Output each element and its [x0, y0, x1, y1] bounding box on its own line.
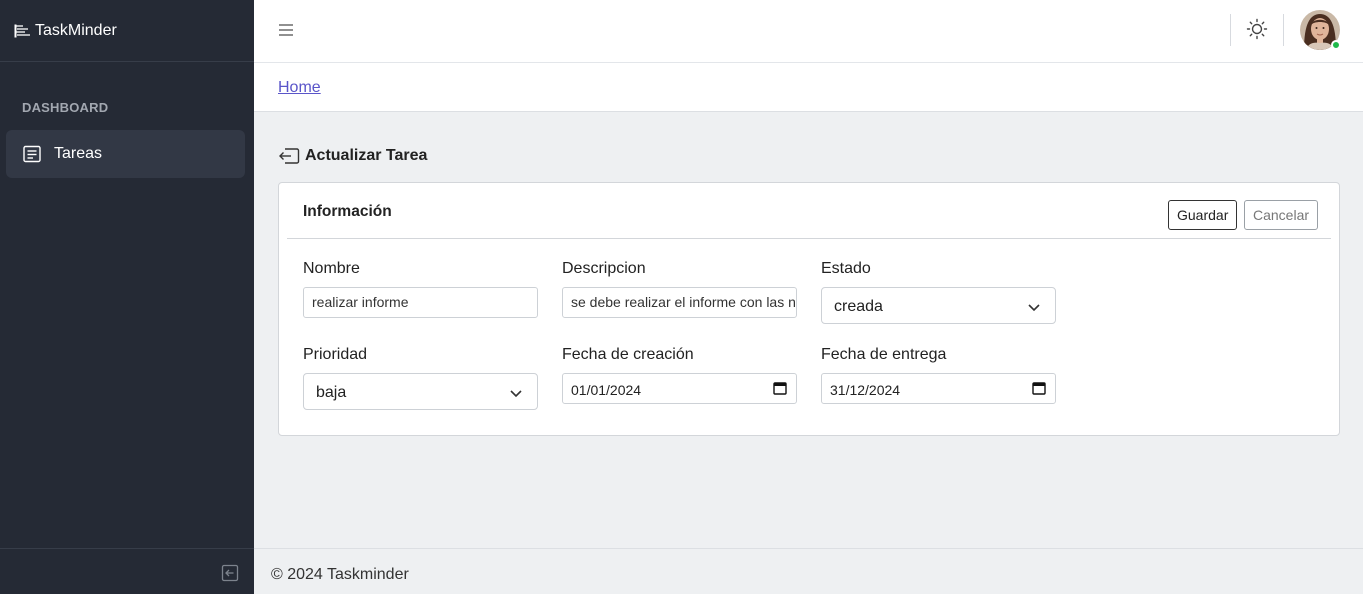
- card-title: Información: [303, 203, 392, 220]
- nombre-input[interactable]: realizar informe: [303, 287, 538, 318]
- sidebar-footer: [0, 548, 254, 594]
- cancel-button[interactable]: Cancelar: [1244, 200, 1319, 230]
- fecha-entrega-value: 31/12/2024: [830, 382, 901, 398]
- nombre-label: Nombre: [303, 260, 360, 277]
- topbar: [254, 0, 1363, 63]
- sidebar-item-label: Tareas: [54, 145, 103, 162]
- fecha-creacion-label: Fecha de creación: [562, 346, 694, 363]
- task-info-card: Información Guardar Cancelar Nombre real…: [278, 182, 1340, 436]
- fecha-entrega-label: Fecha de entrega: [821, 346, 947, 363]
- estado-label: Estado: [821, 260, 871, 277]
- prioridad-select[interactable]: baja: [303, 373, 538, 410]
- prioridad-label: Prioridad: [303, 346, 368, 363]
- sidebar: TaskMinder DASHBOARD Tareas: [0, 0, 254, 594]
- breadcrumb-home-link[interactable]: Home: [278, 79, 321, 97]
- fecha-creacion-value: 01/01/2024: [571, 382, 642, 398]
- page-title-text: Actualizar Tarea: [305, 147, 428, 164]
- divider: [1283, 14, 1284, 46]
- footer: © 2024 Taskminder: [254, 548, 1363, 594]
- user-avatar[interactable]: [1300, 10, 1341, 50]
- logo-icon: [14, 24, 31, 38]
- collapse-sidebar-icon[interactable]: [221, 564, 239, 582]
- descripcion-label: Descripcion: [562, 260, 646, 277]
- card-divider: [287, 238, 1331, 239]
- estado-select[interactable]: creada: [821, 287, 1056, 324]
- calendar-icon[interactable]: [773, 381, 787, 395]
- divider: [1230, 14, 1231, 46]
- page-title: Actualizar Tarea: [278, 146, 427, 166]
- back-arrow-icon[interactable]: [278, 146, 300, 166]
- sidebar-section-title: DASHBOARD: [22, 100, 109, 115]
- calendar-icon[interactable]: [1032, 381, 1046, 395]
- copyright-text: © 2024 Taskminder: [271, 566, 409, 583]
- fecha-entrega-input[interactable]: 31/12/2024: [821, 373, 1056, 404]
- document-list-icon: [22, 144, 42, 164]
- descripcion-input[interactable]: se debe realizar el informe con las n: [562, 287, 797, 318]
- online-status-indicator: [1331, 40, 1341, 50]
- breadcrumb: Home: [254, 63, 1363, 112]
- sun-icon[interactable]: [1246, 18, 1268, 40]
- brand[interactable]: TaskMinder: [0, 0, 254, 62]
- sidebar-item-tareas[interactable]: Tareas: [6, 130, 245, 178]
- brand-name: TaskMinder: [35, 21, 117, 39]
- chevron-down-icon: [1027, 300, 1041, 314]
- hamburger-menu-icon[interactable]: [278, 22, 294, 38]
- estado-select-value: creada: [834, 298, 883, 315]
- chevron-down-icon: [509, 386, 523, 400]
- prioridad-select-value: baja: [316, 384, 347, 401]
- save-button[interactable]: Guardar: [1168, 200, 1238, 230]
- fecha-creacion-input[interactable]: 01/01/2024: [562, 373, 797, 404]
